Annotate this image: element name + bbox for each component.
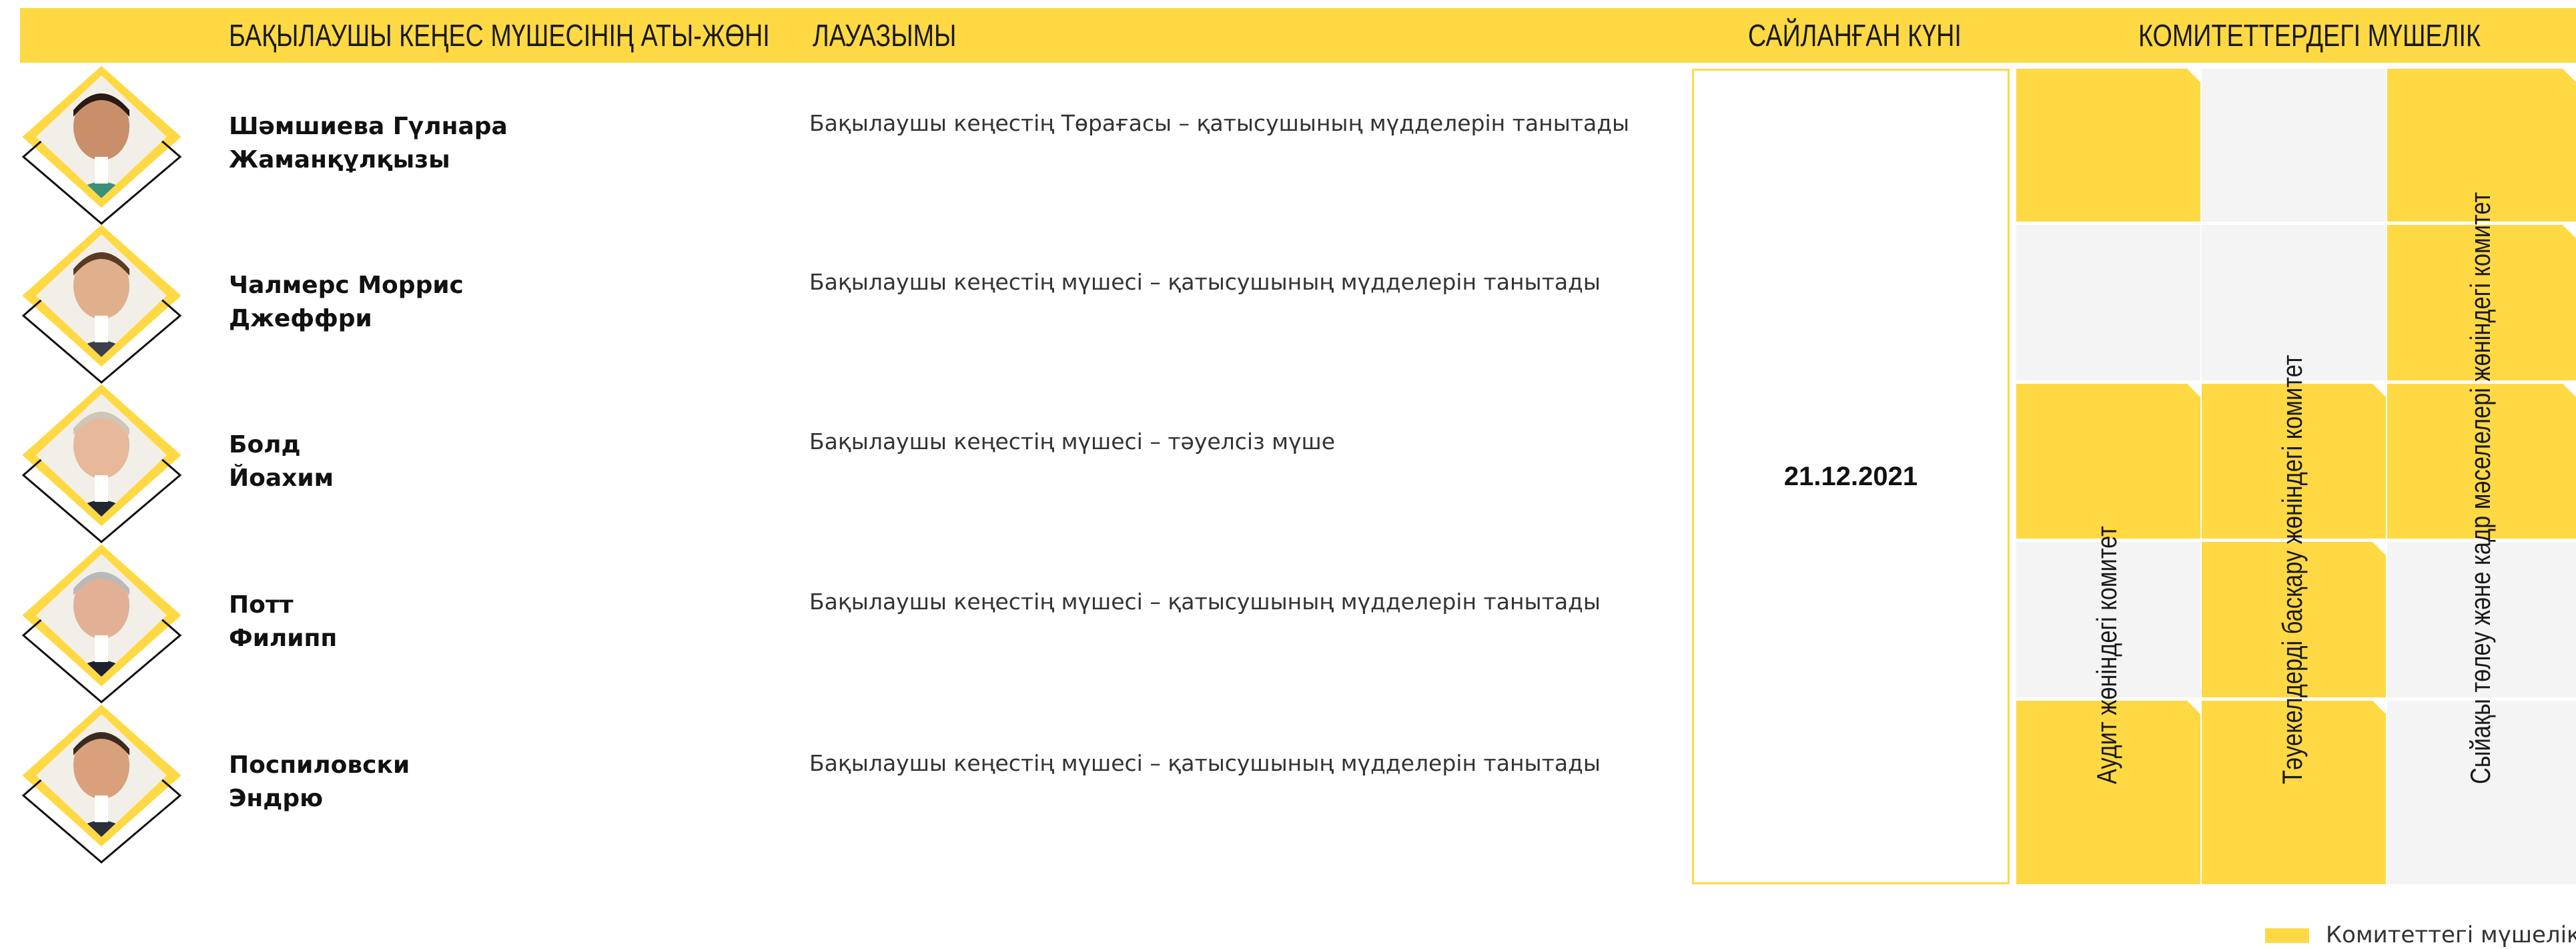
portrait-diamond-icon — [21, 704, 182, 864]
member-name: Поспиловски Эндрю — [229, 749, 410, 816]
member-photo — [20, 542, 183, 705]
portrait-diamond-icon — [21, 224, 182, 384]
header-member-name: БАҚЫЛАУШЫ КЕҢЕС МҮШЕСІНІҢ АТЫ-ЖӨНІ — [229, 18, 770, 53]
member-position: Бақылаушы кеңестің мүшесі – қатысушының … — [809, 750, 1601, 776]
committee-member-cell — [2016, 384, 2200, 539]
member-name-line1: Поспиловски — [229, 751, 410, 779]
member-name-line2: Эндрю — [229, 785, 324, 812]
committee-member-cell — [2016, 69, 2200, 222]
cell-corner-notch — [2373, 384, 2386, 397]
member-row: Болд Йоахим Бақылаушы кеңестің мүшесі – … — [0, 384, 1688, 549]
cell-corner-notch — [2187, 384, 2200, 397]
member-name-line1: Болд — [229, 431, 301, 458]
member-position: Бақылаушы кеңестің мүшесі – қатысушының … — [809, 589, 1601, 615]
member-position: Бақылаушы кеңестің мүшесі – тәуелсіз мүш… — [809, 428, 1336, 454]
header-position: ЛАУАЗЫМЫ — [813, 18, 957, 53]
member-name-line1: Чалмерс Моррис — [229, 272, 464, 299]
member-name: Болд Йоахим — [229, 428, 334, 495]
cell-corner-notch — [2373, 701, 2386, 714]
member-name-line2: Жаманқұлқызы — [229, 146, 450, 174]
member-name-line1: Шәмшиева Гүлнара — [229, 113, 508, 140]
election-date: 21.12.2021 — [1783, 461, 1918, 491]
member-name: Шәмшиева Гүлнара Жаманқұлқызы — [229, 110, 508, 177]
portrait-diamond-icon — [21, 544, 182, 703]
cell-corner-notch — [2187, 701, 2200, 714]
member-photo — [20, 63, 183, 227]
member-photo — [20, 222, 183, 386]
cell-corner-notch — [2373, 542, 2386, 555]
committee-name: Сыйақы төлеу және кадр мәселелері жөнінд… — [2464, 192, 2496, 784]
committee-name: Аудит жөніндегі комитет — [2091, 526, 2122, 784]
member-photo — [20, 702, 183, 866]
header-committee-membership: КОМИТЕТТЕРДЕГІ МҮШЕЛІК — [2138, 18, 2481, 53]
committee-empty-cell — [2016, 225, 2200, 380]
portrait-diamond-icon — [21, 384, 182, 543]
member-row: Шәмшиева Гүлнара Жаманқұлқызы Бақылаушы … — [0, 65, 1688, 230]
member-name: Чалмерс Моррис Джеффри — [229, 269, 464, 336]
legend-label: Комитеттегі мүшелік — [2326, 922, 2576, 948]
election-date-cell: 21.12.2021 — [1692, 69, 2010, 884]
member-position: Бақылаушы кеңестің мүшесі – қатысушының … — [809, 269, 1601, 295]
member-name-line2: Филипп — [229, 625, 338, 652]
member-name-line2: Йоахим — [229, 464, 334, 492]
cell-corner-notch — [2563, 69, 2576, 82]
member-row: Поспиловски Эндрю Бақылаушы кеңестің мүш… — [0, 704, 1688, 869]
member-row: Чалмерс Моррис Джеффри Бақылаушы кеңесті… — [0, 224, 1688, 389]
committee-empty-cell — [2202, 69, 2386, 222]
committee-name: Тәуекелдерді басқару жөніндегі комитет — [2276, 354, 2308, 784]
cell-corner-notch — [2563, 384, 2576, 397]
member-row: Потт Филипп Бақылаушы кеңестің мүшесі – … — [0, 544, 1688, 709]
header-election-date: САЙЛАНҒАН КҮНІ — [1748, 18, 1962, 53]
member-photo — [20, 382, 183, 545]
member-name-line1: Потт — [229, 591, 294, 619]
cell-corner-notch — [2563, 225, 2576, 238]
member-position: Бақылаушы кеңестің Төрағасы – қатысушыны… — [809, 110, 1630, 136]
member-name: Потт Филипп — [229, 589, 337, 655]
cell-corner-notch — [2187, 69, 2200, 82]
member-name-line2: Джеффри — [229, 305, 372, 332]
legend-swatch — [2265, 928, 2309, 943]
portrait-diamond-icon — [21, 65, 182, 225]
